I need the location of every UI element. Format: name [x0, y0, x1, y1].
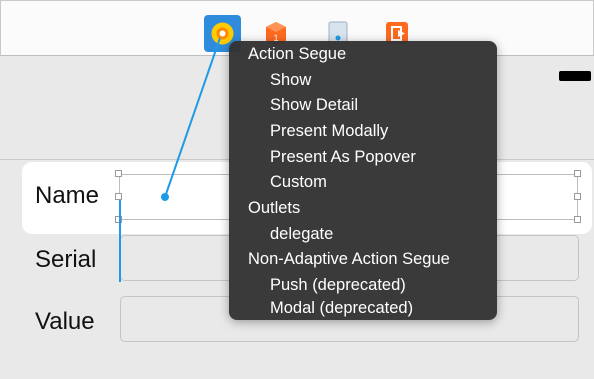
resize-handle[interactable]: [115, 216, 122, 223]
resize-handle[interactable]: [115, 193, 122, 200]
name-label: Name: [35, 182, 100, 209]
resize-handle[interactable]: [574, 170, 581, 177]
connection-menu: Action Segue Show Show Detail Present Mo…: [229, 41, 497, 320]
menu-item-show-detail[interactable]: Show Detail: [229, 92, 497, 118]
menu-item-modal-deprecated[interactable]: Modal (deprecated): [229, 295, 497, 321]
menu-item-present-as-popover[interactable]: Present As Popover: [229, 144, 497, 170]
menu-section-outlets: Outlets: [248, 199, 301, 217]
menu-section-non-adaptive: Non-Adaptive Action Segue: [248, 250, 450, 268]
menu-item-delegate[interactable]: delegate: [229, 221, 497, 247]
battery-icon: [559, 71, 591, 81]
menu-item-show[interactable]: Show: [229, 67, 497, 93]
menu-item-custom[interactable]: Custom: [229, 169, 497, 195]
serial-label: Serial: [35, 246, 97, 273]
value-label: Value: [35, 308, 95, 335]
resize-handle[interactable]: [115, 170, 122, 177]
menu-item-present-modally[interactable]: Present Modally: [229, 118, 497, 144]
resize-handle[interactable]: [574, 216, 581, 223]
menu-section-action-segue: Action Segue: [248, 45, 347, 63]
resize-handle[interactable]: [574, 193, 581, 200]
